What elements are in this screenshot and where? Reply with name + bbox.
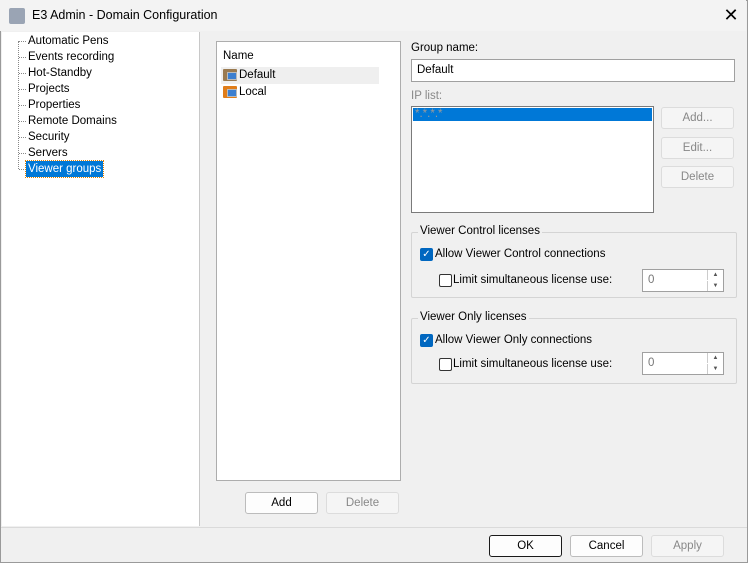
group-name-label: Group name: xyxy=(411,42,479,54)
viewer-only-limit-spinner[interactable]: 0 ▲ ▼ xyxy=(642,352,724,375)
viewer-group-icon xyxy=(223,69,237,81)
limit-viewer-only-checkbox[interactable] xyxy=(439,358,452,371)
group-title: Viewer Control licenses xyxy=(418,225,542,237)
delete-group-button[interactable]: Delete xyxy=(326,492,399,514)
list-item-local[interactable]: Local xyxy=(221,84,379,101)
ip-entry[interactable]: *.*.*.* xyxy=(413,108,652,121)
viewer-control-group: Viewer Control licenses ✓ Allow Viewer C… xyxy=(411,225,737,298)
settings-tree[interactable]: Automatic Pens Events recording Hot-Stan… xyxy=(2,32,200,526)
tree-item-events-recording[interactable]: Events recording xyxy=(26,49,116,65)
tree-item-servers[interactable]: Servers xyxy=(26,145,70,161)
window-title: E3 Admin - Domain Configuration xyxy=(32,8,218,22)
button-bar: OK Cancel Apply xyxy=(1,527,747,562)
ip-delete-button[interactable]: Delete xyxy=(661,166,734,188)
group-title: Viewer Only licenses xyxy=(418,311,529,323)
tree-item-viewer-groups[interactable]: Viewer groups xyxy=(24,160,105,178)
ok-button[interactable]: OK xyxy=(489,535,562,557)
close-icon[interactable]: ✕ xyxy=(718,4,744,26)
spin-up-icon[interactable]: ▲ xyxy=(707,270,723,280)
tree-item-security[interactable]: Security xyxy=(26,129,72,145)
tree-line xyxy=(19,121,26,122)
spin-down-icon[interactable]: ▼ xyxy=(707,281,723,291)
checkbox-label: Allow Viewer Only connections xyxy=(435,334,593,346)
allow-viewer-control-checkbox[interactable]: ✓ xyxy=(420,248,433,261)
app-icon xyxy=(9,8,25,24)
ip-edit-button[interactable]: Edit... xyxy=(661,137,734,159)
spin-up-icon[interactable]: ▲ xyxy=(707,353,723,363)
spinner-value: 0 xyxy=(648,357,655,369)
title-bar: E3 Admin - Domain Configuration ✕ xyxy=(0,0,746,31)
checkbox-label: Allow Viewer Control connections xyxy=(435,248,606,260)
tree-line xyxy=(19,105,26,106)
tree-item-hot-standby[interactable]: Hot-Standby xyxy=(26,65,94,81)
spinner-value: 0 xyxy=(648,274,655,286)
ip-list-label: IP list: xyxy=(411,90,443,102)
tree-item-automatic-pens[interactable]: Automatic Pens xyxy=(26,33,111,49)
tree-line xyxy=(19,57,26,58)
list-item-label: Default xyxy=(239,69,276,81)
ip-listbox[interactable]: *.*.*.* xyxy=(411,106,654,213)
cancel-button[interactable]: Cancel xyxy=(570,535,643,557)
tree-item-remote-domains[interactable]: Remote Domains xyxy=(26,113,119,129)
allow-viewer-only-checkbox[interactable]: ✓ xyxy=(420,334,433,347)
checkbox-label: Limit simultaneous license use: xyxy=(453,358,613,370)
tree-line xyxy=(19,169,26,170)
group-name-input[interactable]: Default xyxy=(411,59,735,82)
limit-viewer-control-checkbox[interactable] xyxy=(439,274,452,287)
viewer-group-icon xyxy=(223,86,237,98)
tree-line xyxy=(19,153,26,154)
viewer-only-group: Viewer Only licenses ✓ Allow Viewer Only… xyxy=(411,311,737,384)
list-item-default[interactable]: Default xyxy=(221,67,379,84)
tree-item-projects[interactable]: Projects xyxy=(26,81,72,97)
apply-button[interactable]: Apply xyxy=(651,535,724,557)
ip-add-button[interactable]: Add... xyxy=(661,107,734,129)
column-header-name[interactable]: Name xyxy=(223,50,254,62)
spin-down-icon[interactable]: ▼ xyxy=(707,364,723,374)
tree-line xyxy=(19,137,26,138)
tree-line xyxy=(19,41,26,42)
add-group-button[interactable]: Add xyxy=(245,492,318,514)
tree-line xyxy=(19,73,26,74)
checkbox-label: Limit simultaneous license use: xyxy=(453,274,613,286)
viewer-control-limit-spinner[interactable]: 0 ▲ ▼ xyxy=(642,269,724,292)
tree-item-properties[interactable]: Properties xyxy=(26,97,82,113)
viewer-groups-list[interactable]: Name Default Local xyxy=(216,41,401,481)
list-item-label: Local xyxy=(239,86,267,98)
tree-line xyxy=(19,89,26,90)
